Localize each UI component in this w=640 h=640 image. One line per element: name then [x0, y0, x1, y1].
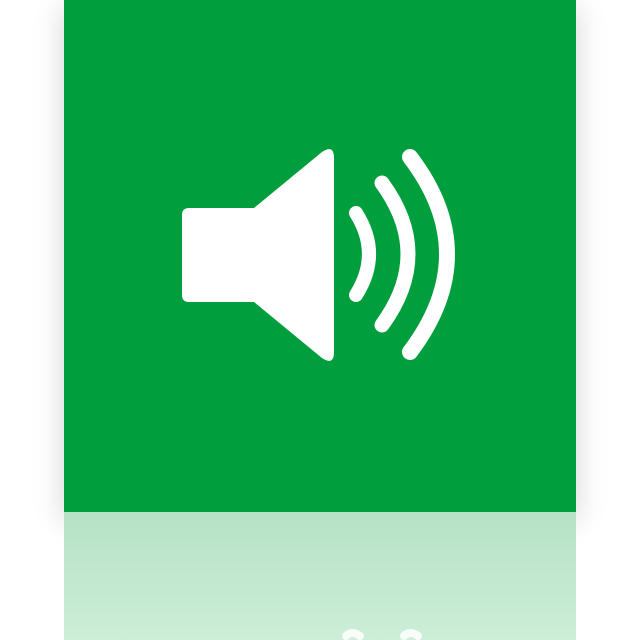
app-icon-stage	[0, 0, 640, 640]
icon-reflection	[64, 512, 576, 640]
sound-wave-small	[349, 206, 376, 302]
app-icon-tile[interactable]	[64, 0, 576, 512]
speaker-cone	[182, 149, 334, 361]
speaker-reflection-icon	[342, 629, 422, 640]
reflected-wave-tip-left	[342, 629, 364, 640]
sound-wave-medium	[374, 175, 416, 333]
speaker-volume-icon	[182, 149, 455, 361]
reflected-wave-tip-right	[400, 629, 422, 640]
